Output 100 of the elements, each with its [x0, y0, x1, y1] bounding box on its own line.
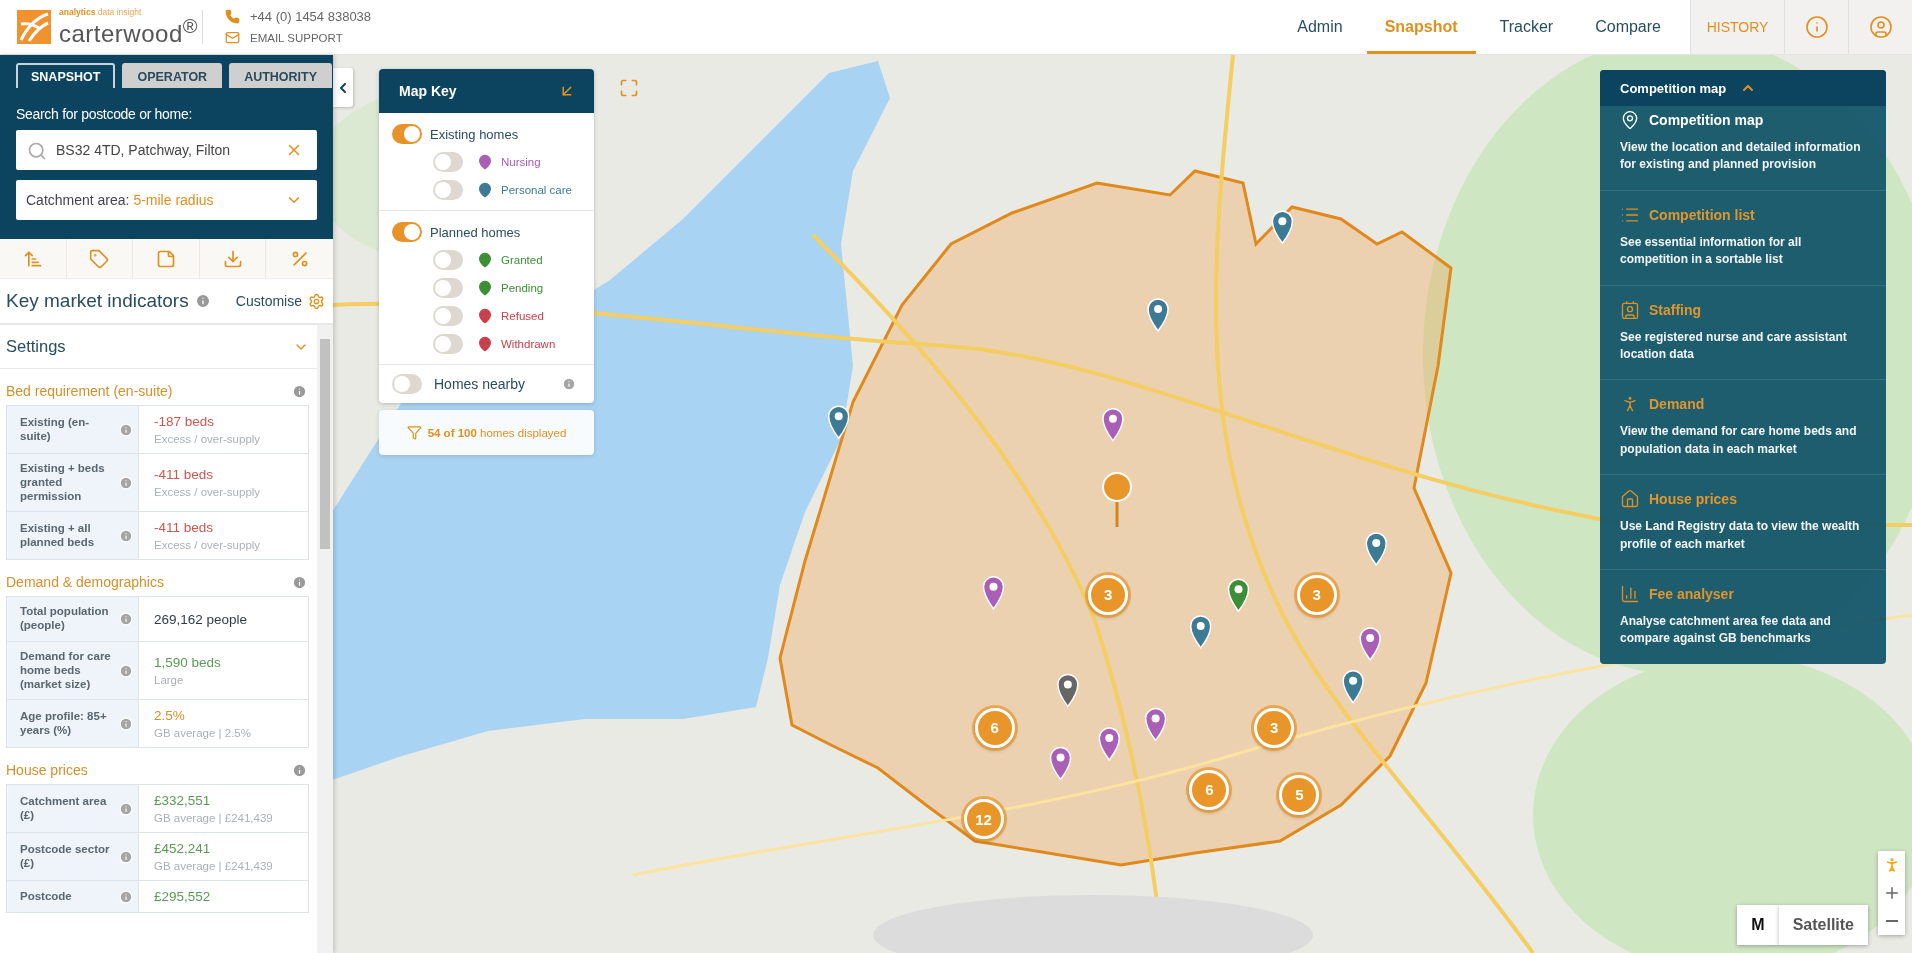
competition-menu-item[interactable]: Fee analyser Analyse catchment area fee data and compare against GB benchmarks — [1600, 568, 1886, 664]
indicator-note: Excess / over-supply — [154, 539, 262, 552]
map-pin-icon[interactable] — [1342, 670, 1364, 704]
indicator-value: 2.5% — [154, 708, 186, 724]
menu-item-title: Competition map — [1649, 112, 1764, 128]
info-icon[interactable] — [119, 663, 133, 678]
indicator-note: Excess / over-supply — [154, 486, 262, 499]
map-pin-icon[interactable] — [1227, 578, 1250, 613]
menu-item-description: See registered nurse and care assistant location data — [1620, 328, 1848, 363]
toggle-switch[interactable] — [433, 250, 463, 270]
map-pin-icon[interactable] — [1271, 210, 1294, 244]
download-icon — [222, 248, 243, 269]
customise-link[interactable]: Customise — [235, 293, 302, 309]
toggle-switch[interactable] — [433, 152, 463, 172]
street-view-button[interactable] — [1878, 851, 1905, 879]
gear-icon[interactable] — [308, 292, 325, 310]
map-pin-icon[interactable] — [827, 405, 850, 439]
info-icon[interactable] — [119, 716, 133, 731]
phone-number: +44 (0) 1454 838038 — [250, 9, 372, 24]
homes-nearby-label: Homes nearby — [434, 376, 526, 392]
menu-item-description: View the demand for care home beds and population data in each market — [1620, 423, 1858, 458]
indicator-label-cell: Postcode sector (£) — [7, 833, 139, 881]
search-label: Search for postcode or home: — [16, 106, 194, 122]
indicator-label-cell: Total population (people) — [7, 597, 139, 641]
info-icon[interactable] — [119, 475, 133, 490]
info-icon[interactable] — [562, 377, 576, 391]
map-pin-icon[interactable] — [982, 576, 1005, 610]
indicator-note: Excess / over-supply — [154, 433, 262, 445]
toggle-switch[interactable] — [392, 374, 422, 394]
indicator-label-cell: Existing + all planned beds — [7, 512, 139, 560]
map-pin-icon[interactable] — [1365, 532, 1387, 566]
menu-item-description: Use Land Registry data to view the wealth profile of each market — [1620, 518, 1861, 553]
info-icon[interactable] — [292, 383, 307, 399]
menu-item-description: See essential information for all competition in a sortable list — [1620, 233, 1803, 269]
toggle-switch[interactable] — [433, 180, 463, 200]
info-button[interactable] — [1784, 0, 1848, 54]
map-key-item-label: Nursing — [501, 156, 541, 168]
map-pin-icon[interactable] — [1147, 298, 1169, 332]
map-pin-icon[interactable] — [1049, 746, 1072, 781]
map-pin-icon[interactable] — [1359, 627, 1381, 661]
fullscreen-icon — [619, 78, 639, 98]
house-icon — [1620, 489, 1640, 510]
zoom-out-button[interactable] — [1878, 907, 1905, 935]
map-key-item-label: Pending — [501, 282, 544, 294]
sidebar-tab[interactable]: OPERATOR — [122, 63, 223, 88]
indicator-note: GB average | £241,439 — [154, 860, 274, 873]
info-icon[interactable] — [119, 849, 133, 864]
nav-tab[interactable]: Admin — [1279, 0, 1361, 54]
collapse-sidebar-button[interactable] — [333, 68, 353, 107]
info-icon[interactable] — [292, 574, 307, 590]
scrollbar[interactable] — [317, 325, 333, 953]
user-button[interactable] — [1848, 0, 1912, 54]
nav-tab[interactable]: Compare — [1577, 0, 1679, 54]
map-pin-icon[interactable] — [1057, 673, 1079, 708]
toggle-switch[interactable] — [433, 278, 463, 298]
tag-icon — [89, 248, 110, 269]
indicator-note: GB average | 2.5% — [154, 727, 252, 740]
toggle-switch[interactable] — [433, 306, 463, 326]
logo-wordmark: carterwood$^{®}$ — [59, 16, 198, 47]
user-icon — [1868, 15, 1893, 39]
menu-item-description: Analyse catchment area fee data and compare against GB benchmarks — [1620, 612, 1832, 648]
info-icon[interactable] — [194, 293, 211, 309]
map-pin-icon[interactable] — [1144, 707, 1167, 742]
competition-menu-item[interactable]: Staffing See registered nurse and care assistant location data — [1600, 284, 1886, 380]
indicator-note: GB average | £241,439 — [154, 812, 274, 825]
nav-tab[interactable]: Tracker — [1481, 0, 1572, 54]
bar-chart-icon — [1620, 583, 1640, 604]
map-pin-icon[interactable] — [1189, 615, 1212, 649]
map-pin-icon — [1620, 110, 1640, 130]
toggle-switch[interactable] — [433, 334, 463, 354]
map-pin-icon[interactable] — [1102, 407, 1124, 442]
map-type-button[interactable]: M — [1737, 905, 1779, 945]
sidebar-tab[interactable]: AUTHORITY — [229, 63, 333, 88]
indicator-label-cell: Demand for care home beds (market size) — [7, 642, 139, 700]
competition-menu-item[interactable]: Competition map View the location and detailed information for existing and planned provision — [1600, 106, 1886, 190]
info-icon[interactable] — [119, 801, 133, 816]
competition-menu-item[interactable]: Demand View the demand for care home beds and population data in each market — [1600, 379, 1886, 475]
competition-menu-item[interactable]: Competition list See essential information for all competition in a sortable list — [1600, 189, 1886, 285]
info-icon[interactable] — [119, 422, 133, 437]
toggle-switch[interactable] — [392, 222, 422, 242]
info-icon[interactable] — [292, 762, 307, 778]
competition-menu-item[interactable]: House prices Use Land Registry data to view the wealth profile of each market — [1600, 474, 1886, 569]
competition-menu-header[interactable]: Competition map — [1600, 70, 1886, 106]
indicator-label-cell: Catchment area (£) — [7, 785, 139, 833]
id-card-icon — [1620, 299, 1640, 320]
info-icon[interactable] — [119, 528, 133, 543]
catchment-dropdown[interactable]: Catchment area: 5-mile radius — [16, 180, 317, 220]
search-field[interactable]: BS32 4TD, Patchway, Filton — [16, 130, 317, 170]
map-type-button[interactable]: Satellite — [1778, 905, 1868, 945]
info-icon[interactable] — [119, 889, 133, 904]
indicator-label-cell: Existing + beds granted permission — [7, 454, 139, 512]
toggle-switch[interactable] — [392, 124, 422, 144]
section-title: House prices — [6, 762, 88, 779]
indicator-value: £332,551 — [154, 793, 212, 809]
map-pin-icon[interactable] — [1098, 727, 1121, 761]
menu-item-title: Staffing — [1649, 301, 1702, 318]
menu-item-description: View the location and detailed information for existing and planned provision — [1620, 139, 1862, 174]
email-support-link[interactable]: EMAIL SUPPORT — [250, 31, 343, 44]
info-icon[interactable] — [119, 612, 133, 627]
sidebar-tab[interactable]: SNAPSHOT — [16, 63, 116, 88]
